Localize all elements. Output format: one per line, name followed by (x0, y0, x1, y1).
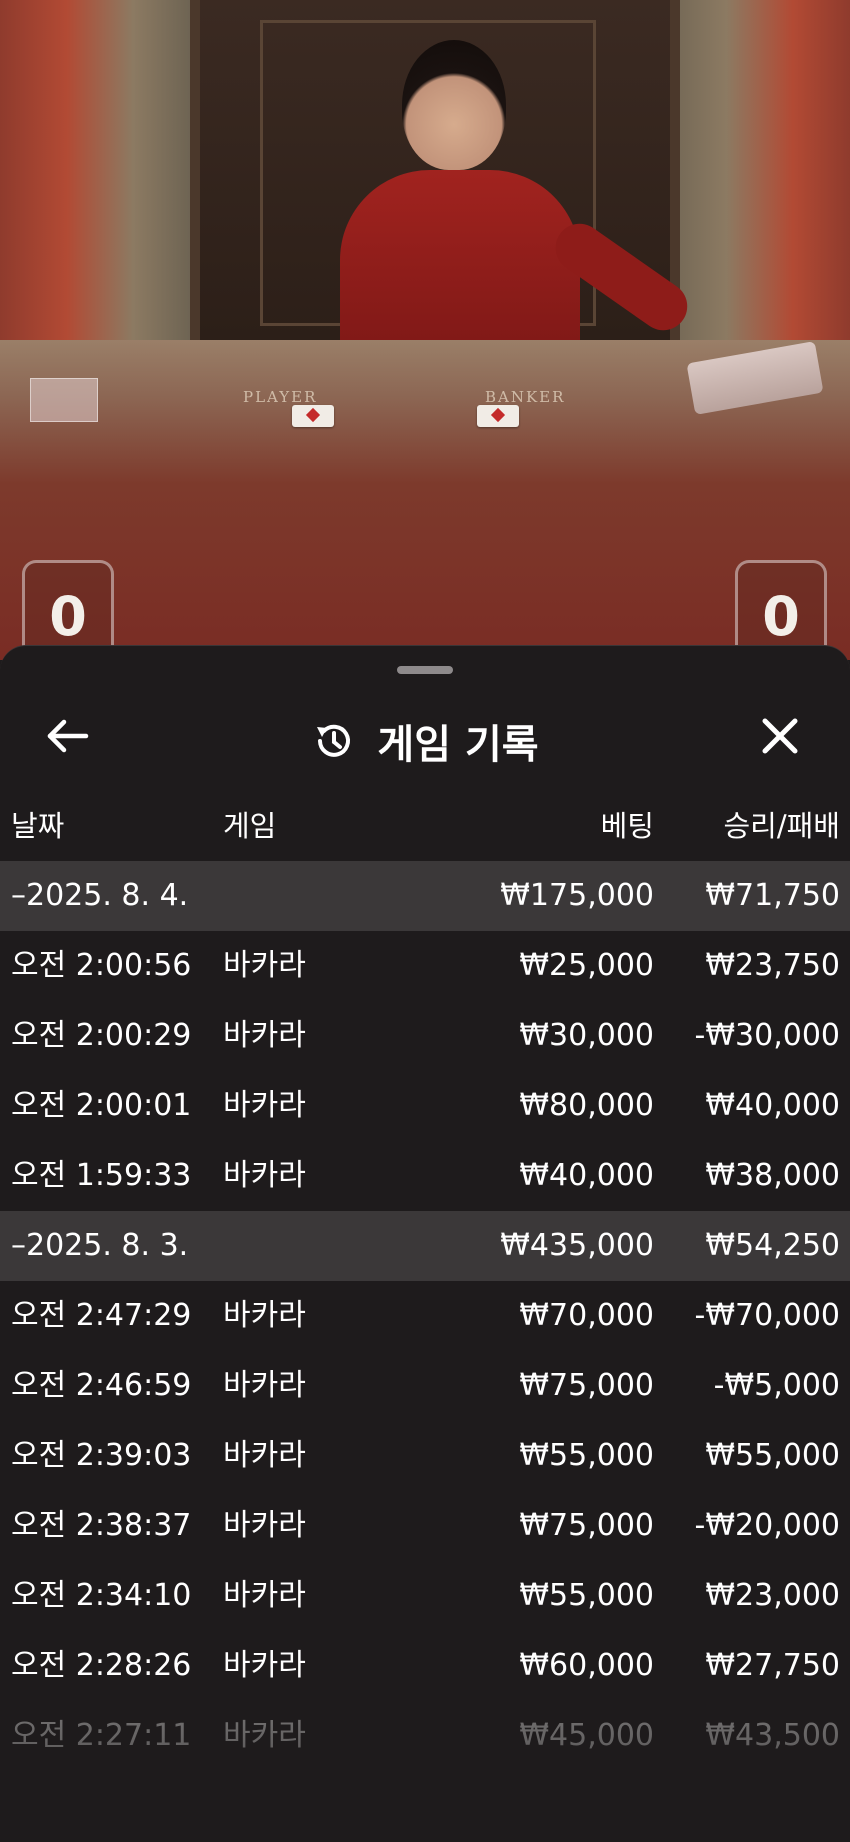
sheet-title: 게임 기록 (377, 722, 539, 768)
row-bet: ₩45,000 (519, 1718, 654, 1753)
history-row[interactable]: 오전 2:27:11 바카라 ₩45,000 ₩43,500 (0, 1701, 850, 1771)
date-group-header[interactable]: –2025. 8. 3. ₩435,000 ₩54,250 (0, 1211, 850, 1281)
row-bet: ₩60,000 (519, 1648, 654, 1683)
dealer-body (340, 170, 580, 360)
player-label: PLAYER (243, 388, 318, 406)
history-row[interactable]: 오전 2:00:01 바카라 ₩80,000 ₩40,000 (0, 1071, 850, 1141)
player-score: 0 (49, 585, 87, 648)
row-time: 오전 2:46:59 (11, 1368, 192, 1403)
sheet-drag-handle[interactable] (397, 666, 453, 674)
row-result: -₩30,000 (694, 1018, 840, 1053)
row-result: ₩27,750 (705, 1648, 840, 1683)
history-row[interactable]: 오전 2:28:26 바카라 ₩60,000 ₩27,750 (0, 1631, 850, 1701)
history-row[interactable]: 오전 2:00:29 바카라 ₩30,000 -₩30,000 (0, 1001, 850, 1071)
group-date: –2025. 8. 3. (11, 1228, 189, 1263)
close-icon (762, 718, 798, 754)
row-game: 바카라 (223, 1018, 306, 1053)
close-button[interactable] (752, 708, 808, 764)
row-time: 오전 1:59:33 (11, 1158, 192, 1193)
column-bet: 베팅 (600, 809, 654, 843)
row-result: -₩20,000 (694, 1508, 840, 1543)
history-row[interactable]: 오전 1:59:33 바카라 ₩40,000 ₩38,000 (0, 1141, 850, 1211)
decor-wall-right (660, 0, 850, 360)
row-bet: ₩70,000 (519, 1298, 654, 1333)
row-time: 오전 2:47:29 (11, 1298, 192, 1333)
row-result: ₩23,000 (705, 1578, 840, 1613)
group-total-result: ₩54,250 (705, 1228, 840, 1263)
banker-card (477, 405, 519, 427)
history-icon (317, 724, 351, 757)
history-row[interactable]: 오전 2:34:10 바카라 ₩55,000 ₩23,000 (0, 1561, 850, 1631)
game-history-sheet: 게임 기록 날짜 게임 베팅 승리/패배 –2025. 8. 4. ₩175,0… (0, 645, 850, 1842)
row-game: 바카라 (223, 1088, 306, 1123)
row-time: 오전 2:28:26 (11, 1648, 192, 1683)
row-game: 바카라 (223, 1508, 306, 1543)
live-video-feed: PLAYER BANKER 0 0 (0, 0, 850, 660)
row-result: ₩38,000 (705, 1158, 840, 1193)
row-time: 오전 2:34:10 (11, 1578, 192, 1613)
history-row[interactable]: 오전 2:39:03 바카라 ₩55,000 ₩55,000 (0, 1421, 850, 1491)
row-time: 오전 2:39:03 (11, 1438, 192, 1473)
row-bet: ₩80,000 (519, 1088, 654, 1123)
row-game: 바카라 (223, 1718, 306, 1753)
row-game: 바카라 (223, 1578, 306, 1613)
row-result: ₩40,000 (705, 1088, 840, 1123)
dealer-head (402, 40, 506, 170)
group-total-result: ₩71,750 (705, 878, 840, 913)
row-bet: ₩75,000 (519, 1368, 654, 1403)
row-time: 오전 2:38:37 (11, 1508, 192, 1543)
row-bet: ₩55,000 (519, 1578, 654, 1613)
group-total-bet: ₩175,000 (500, 878, 654, 913)
group-total-bet: ₩435,000 (500, 1228, 654, 1263)
row-time: 오전 2:00:29 (11, 1018, 192, 1053)
player-card (292, 405, 334, 427)
row-result: ₩23,750 (705, 948, 840, 983)
row-bet: ₩55,000 (519, 1438, 654, 1473)
table-header: 날짜 게임 베팅 승리/패배 (0, 796, 850, 856)
history-list: –2025. 8. 4. ₩175,000 ₩71,750 오전 2:00:56… (0, 861, 850, 1771)
row-result: ₩55,000 (705, 1438, 840, 1473)
row-result: -₩5,000 (713, 1368, 840, 1403)
row-game: 바카라 (223, 1368, 306, 1403)
history-row[interactable]: 오전 2:47:29 바카라 ₩70,000 -₩70,000 (0, 1281, 850, 1351)
row-game: 바카라 (223, 1298, 306, 1333)
row-bet: ₩75,000 (519, 1508, 654, 1543)
group-date: –2025. 8. 4. (11, 878, 189, 913)
row-game: 바카라 (223, 948, 306, 983)
decor-wall-left (0, 0, 190, 360)
column-date: 날짜 (11, 809, 65, 843)
sheet-title-group: 게임 기록 (0, 712, 850, 770)
row-bet: ₩40,000 (519, 1158, 654, 1193)
row-bet: ₩30,000 (519, 1018, 654, 1053)
banker-label: BANKER (485, 388, 566, 406)
row-time: 오전 2:27:11 (11, 1718, 192, 1753)
app-screen: PLAYER BANKER 0 0 게임 기록 날짜 게임 베팅 승리/패배 –… (0, 0, 850, 1842)
date-group-header[interactable]: –2025. 8. 4. ₩175,000 ₩71,750 (0, 861, 850, 931)
row-game: 바카라 (223, 1438, 306, 1473)
row-result: ₩43,500 (705, 1718, 840, 1753)
column-result: 승리/패배 (723, 809, 841, 843)
column-game: 게임 (223, 809, 277, 843)
discard-tray (30, 378, 98, 422)
history-row[interactable]: 오전 2:46:59 바카라 ₩75,000 -₩5,000 (0, 1351, 850, 1421)
row-game: 바카라 (223, 1158, 306, 1193)
row-bet: ₩25,000 (519, 948, 654, 983)
row-time: 오전 2:00:56 (11, 948, 192, 983)
history-row[interactable]: 오전 2:38:37 바카라 ₩75,000 -₩20,000 (0, 1491, 850, 1561)
row-time: 오전 2:00:01 (11, 1088, 192, 1123)
history-row[interactable]: 오전 2:00:56 바카라 ₩25,000 ₩23,750 (0, 931, 850, 1001)
row-game: 바카라 (223, 1648, 306, 1683)
banker-score: 0 (762, 585, 800, 648)
sheet-header: 게임 기록 (0, 686, 850, 786)
row-result: -₩70,000 (694, 1298, 840, 1333)
